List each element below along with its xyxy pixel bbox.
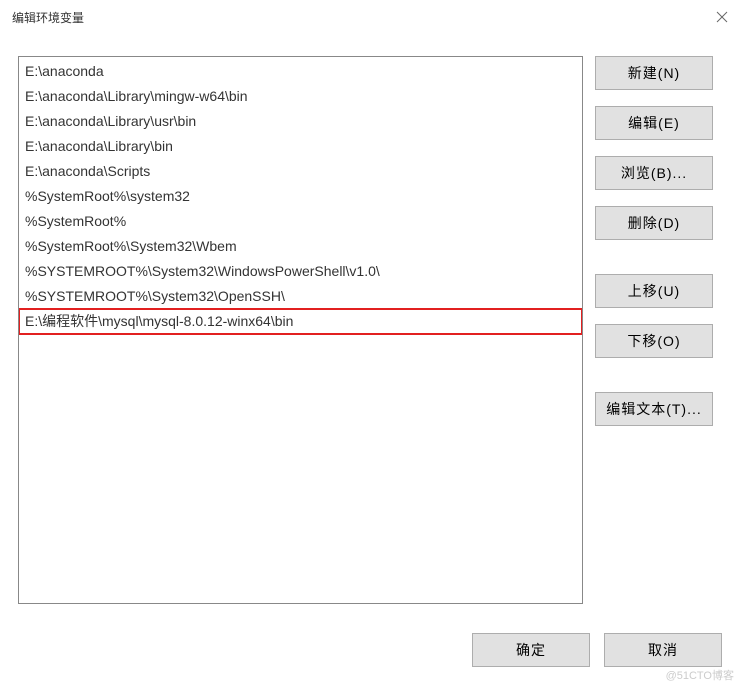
- close-icon[interactable]: [716, 11, 728, 23]
- path-list-item[interactable]: E:\anaconda: [19, 59, 582, 84]
- watermark: @51CTO博客: [666, 667, 734, 683]
- move-down-button[interactable]: 下移(O): [595, 324, 713, 358]
- move-up-button[interactable]: 上移(U): [595, 274, 713, 308]
- edit-text-button[interactable]: 编辑文本(T)...: [595, 392, 713, 426]
- path-list-item[interactable]: %SystemRoot%\system32: [19, 184, 582, 209]
- path-list-item[interactable]: %SYSTEMROOT%\System32\WindowsPowerShell\…: [19, 259, 582, 284]
- titlebar: 编辑环境变量: [0, 0, 740, 34]
- path-list-item[interactable]: %SYSTEMROOT%\System32\OpenSSH\: [19, 284, 582, 309]
- path-list-item[interactable]: %SystemRoot%: [19, 209, 582, 234]
- browse-button[interactable]: 浏览(B)...: [595, 156, 713, 190]
- path-list-item[interactable]: E:\anaconda\Library\usr\bin: [19, 109, 582, 134]
- path-list-item[interactable]: E:\anaconda\Scripts: [19, 159, 582, 184]
- new-button[interactable]: 新建(N): [595, 56, 713, 90]
- path-list-item[interactable]: E:\anaconda\Library\bin: [19, 134, 582, 159]
- dialog-content: E:\anacondaE:\anaconda\Library\mingw-w64…: [0, 34, 740, 685]
- ok-button[interactable]: 确定: [472, 633, 590, 667]
- path-list-item[interactable]: E:\编程软件\mysql\mysql-8.0.12-winx64\bin: [19, 309, 582, 334]
- cancel-button[interactable]: 取消: [604, 633, 722, 667]
- window-title: 编辑环境变量: [12, 9, 84, 26]
- edit-button[interactable]: 编辑(E): [595, 106, 713, 140]
- delete-button[interactable]: 删除(D): [595, 206, 713, 240]
- path-list-item[interactable]: E:\anaconda\Library\mingw-w64\bin: [19, 84, 582, 109]
- path-list-item[interactable]: %SystemRoot%\System32\Wbem: [19, 234, 582, 259]
- button-column: 新建(N) 编辑(E) 浏览(B)... 删除(D) 上移(U) 下移(O) 编…: [595, 56, 713, 604]
- path-listbox[interactable]: E:\anacondaE:\anaconda\Library\mingw-w64…: [18, 56, 583, 604]
- footer-buttons: 确定 取消: [472, 633, 722, 667]
